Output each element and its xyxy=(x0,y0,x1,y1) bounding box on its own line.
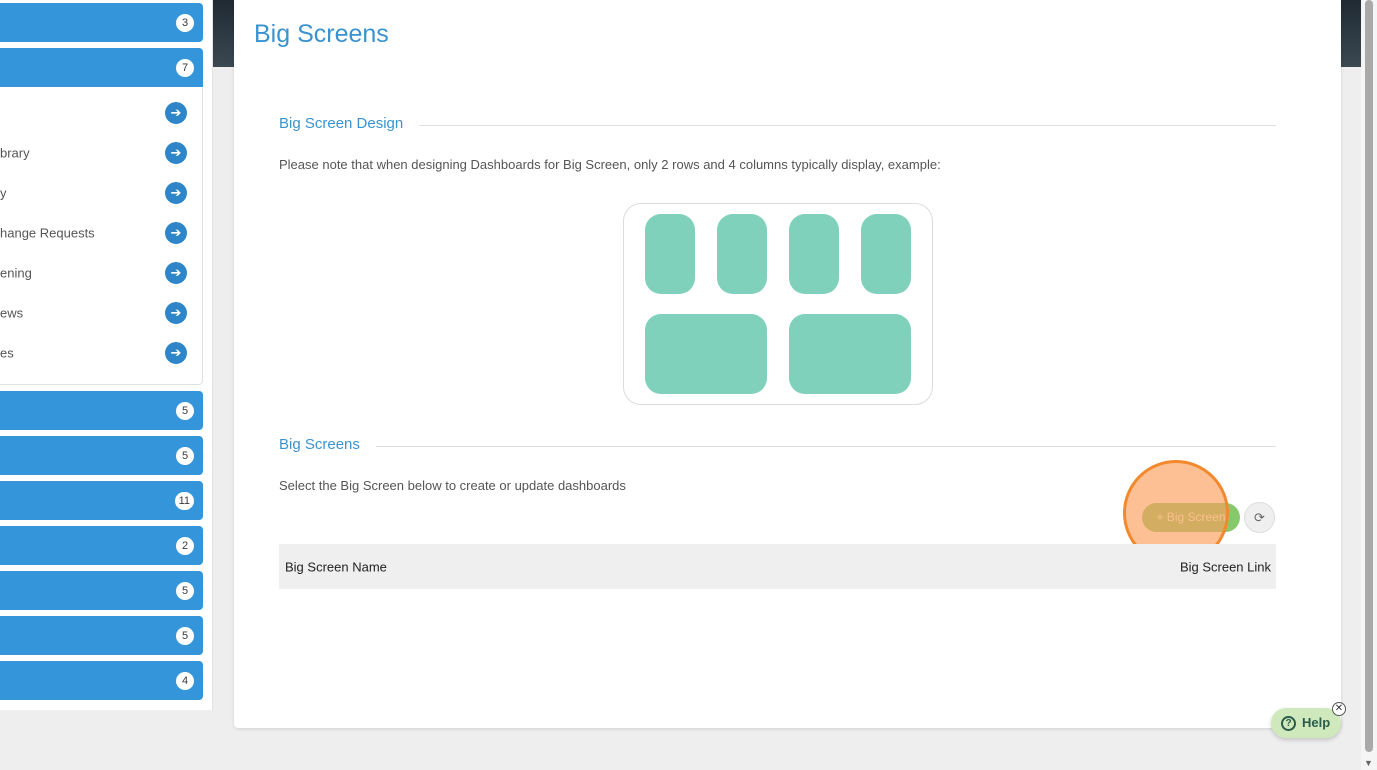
sidebar-sub-item[interactable]: ➔ xyxy=(0,93,203,133)
sidebar-group[interactable]: 2 xyxy=(0,526,203,565)
scrollbar-thumb[interactable] xyxy=(1365,0,1373,752)
count-badge: 5 xyxy=(176,581,194,600)
sidebar: 3 7 ➔ brary ➔ y ➔ hange Requests ➔ ening… xyxy=(0,0,213,710)
count-badge: 11 xyxy=(174,491,194,510)
arrow-right-icon[interactable]: ➔ xyxy=(165,262,187,284)
example-tile xyxy=(789,214,839,294)
example-tile xyxy=(717,214,767,294)
add-big-screen-button[interactable]: + Big Screen xyxy=(1142,503,1240,532)
count-badge: 3 xyxy=(176,13,194,32)
arrow-right-icon[interactable]: ➔ xyxy=(165,342,187,364)
example-tile xyxy=(861,214,911,294)
arrow-right-icon[interactable]: ➔ xyxy=(165,182,187,204)
question-icon: ? xyxy=(1281,716,1296,731)
count-badge: 5 xyxy=(176,446,194,465)
arrow-right-icon[interactable]: ➔ xyxy=(165,102,187,124)
sidebar-sub-item-label: es xyxy=(0,345,14,361)
sidebar-sub-item[interactable]: brary ➔ xyxy=(0,133,203,173)
section-heading-screens: Big Screens xyxy=(279,436,1276,456)
refresh-icon: ⟳ xyxy=(1254,510,1265,525)
sidebar-group[interactable]: 5 xyxy=(0,571,203,610)
arrow-right-icon[interactable]: ➔ xyxy=(165,142,187,164)
column-header-link[interactable]: Big Screen Link xyxy=(1180,559,1271,574)
count-badge: 5 xyxy=(176,626,194,645)
help-label: Help xyxy=(1302,715,1331,730)
sidebar-group[interactable]: 5 xyxy=(0,436,203,475)
sidebar-group[interactable]: 5 xyxy=(0,616,203,655)
sidebar-sub-item-label: ews xyxy=(0,305,24,321)
sidebar-group[interactable]: 11 xyxy=(0,481,203,520)
arrow-right-icon[interactable]: ➔ xyxy=(165,222,187,244)
refresh-button[interactable]: ⟳ xyxy=(1244,502,1275,533)
sidebar-sub-item-label: hange Requests xyxy=(0,225,95,241)
table-header: Big Screen Name Big Screen Link xyxy=(279,544,1276,589)
sidebar-sub-item-label: y xyxy=(0,185,7,201)
count-badge: 7 xyxy=(176,58,194,77)
main-content: Big Screens Big Screen Design Please not… xyxy=(234,0,1341,728)
sidebar-sub-item-label: ening xyxy=(0,265,32,281)
layout-example-illustration xyxy=(623,203,933,405)
example-tile-wide xyxy=(789,314,911,394)
sidebar-group[interactable]: 5 xyxy=(0,391,203,430)
sidebar-sub-item[interactable]: ews ➔ xyxy=(0,293,203,333)
section-title: Big Screen Design xyxy=(279,115,420,132)
count-badge: 2 xyxy=(176,536,194,555)
design-note: Please note that when designing Dashboar… xyxy=(279,157,941,172)
divider xyxy=(279,446,1276,447)
sidebar-sub-item[interactable]: es ➔ xyxy=(0,333,203,373)
section-title: Big Screens xyxy=(279,436,376,453)
page-title: Big Screens xyxy=(254,20,389,48)
help-button[interactable]: ? Help xyxy=(1271,708,1341,738)
scroll-down-arrow-icon[interactable]: ▼ xyxy=(1364,758,1373,768)
vertical-scrollbar[interactable]: ▼ xyxy=(1361,0,1377,770)
sidebar-group[interactable]: 3 xyxy=(0,3,203,42)
screens-note: Select the Big Screen below to create or… xyxy=(279,478,626,493)
close-icon[interactable]: ✕ xyxy=(1332,702,1346,716)
sidebar-sub-list: ➔ brary ➔ y ➔ hange Requests ➔ ening ➔ e… xyxy=(0,88,203,385)
example-tile-wide xyxy=(645,314,767,394)
section-heading-design: Big Screen Design xyxy=(279,115,1276,135)
sidebar-group[interactable]: 4 xyxy=(0,661,203,700)
arrow-right-icon[interactable]: ➔ xyxy=(165,302,187,324)
sidebar-sub-item[interactable]: ening ➔ xyxy=(0,253,203,293)
divider xyxy=(279,125,1276,126)
example-tile xyxy=(645,214,695,294)
sidebar-group-expanded[interactable]: 7 xyxy=(0,48,203,87)
column-header-name[interactable]: Big Screen Name xyxy=(285,559,387,574)
count-badge: 5 xyxy=(176,401,194,420)
count-badge: 4 xyxy=(176,671,194,690)
sidebar-sub-item[interactable]: y ➔ xyxy=(0,173,203,213)
sidebar-sub-item-label: brary xyxy=(0,145,30,161)
sidebar-sub-item[interactable]: hange Requests ➔ xyxy=(0,213,203,253)
